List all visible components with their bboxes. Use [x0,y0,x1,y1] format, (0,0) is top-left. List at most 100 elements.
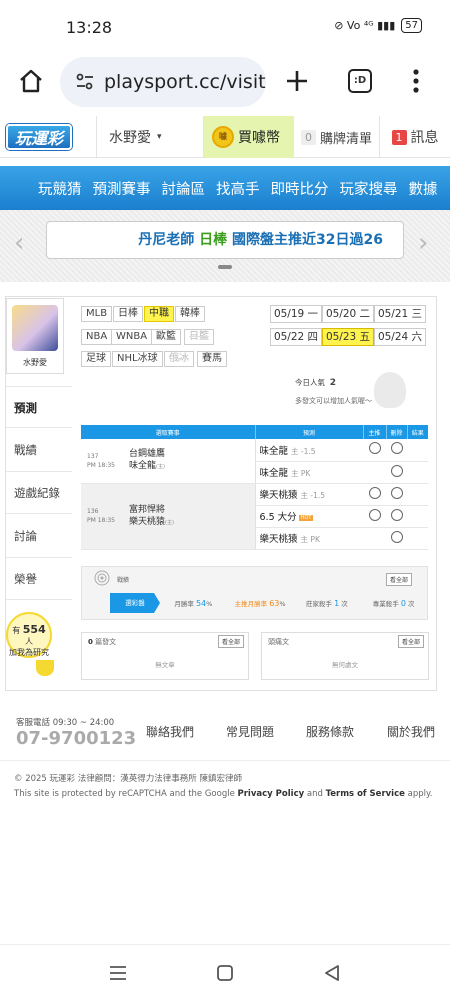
back-icon[interactable] [323,964,341,982]
pick-cell: 味全龍 主 -1.5 [254,439,363,462]
home-mark: (主) [156,464,165,471]
nav-item[interactable]: 即時比分 [271,178,329,199]
date-button-selected[interactable]: 05/23 五 [322,328,374,346]
game-number: 136 [87,508,99,515]
nav-item[interactable]: 找高手 [216,178,260,199]
delete-radio[interactable] [390,464,403,477]
stat-value: 0 [400,599,406,608]
see-all-stats-button[interactable]: 看全部 [386,573,413,586]
badge-subtext: 加我為研究 [9,648,49,657]
game-cell[interactable]: 137 PM 18:35 台鋼雄鷹 味全龍(主) [81,439,255,484]
user-menu[interactable]: 水野愛 ▾ [96,116,204,158]
league-tag[interactable]: NBA [81,329,113,345]
league-tag[interactable]: 韓棒 [175,306,205,322]
profile-name: 水野愛 [23,358,47,367]
tab-switcher-button[interactable]: :D [348,69,372,93]
date-button[interactable]: 05/20 二 [322,305,374,323]
pick-cell: 樂天桃猿 主 PK [254,527,363,550]
message-count: 1 [391,129,407,145]
buy-coin-button[interactable]: 噱 買噱幣 [204,116,294,158]
main-pick-radio[interactable] [368,442,381,455]
pick-cell: 樂天桃猿 主 -1.5 [254,483,363,506]
weekday-label: 二 [359,308,371,320]
weekday-label: 五 [359,331,371,343]
home-icon[interactable] [18,68,44,94]
post-count: 0 [88,638,93,646]
follower-count: 554 [22,623,46,636]
main-pick-radio[interactable] [368,508,381,521]
menu-icon[interactable] [109,965,127,981]
side-tab-record[interactable]: 戰績 [6,428,72,472]
date-button[interactable]: 05/21 三 [374,305,426,323]
side-tab-predict[interactable]: 預測 [6,386,72,428]
delete-radio[interactable] [390,442,403,455]
league-tag[interactable]: 日棒 [113,306,143,322]
stat-label: 主推月勝率 [234,600,268,608]
see-all-hot-posts-button[interactable]: 看全部 [398,635,425,648]
date-button[interactable]: 05/24 六 [374,328,426,346]
footer-link[interactable]: 聯絡我們 [146,723,194,740]
privacy-link[interactable]: Privacy Policy [238,789,305,799]
league-tag-selected[interactable]: 中職 [144,306,174,322]
nav-item[interactable]: 討論區 [162,178,206,199]
pick-note: 主 PK [291,469,311,478]
league-tag[interactable]: WNBA [111,329,153,345]
stats-tab[interactable]: 選彩盤 [110,593,160,613]
nav-item[interactable]: 玩競猜 [38,178,82,199]
date-button[interactable]: 05/22 四 [270,328,322,346]
league-tag[interactable]: 歐籃 [151,329,181,345]
terms-link[interactable]: Terms of Service [326,789,405,799]
address-bar[interactable]: playsport.cc/visit [60,57,266,107]
banner-marquee[interactable]: 丹尼老師 日棒 國際盤主推近32日過26 [46,221,404,259]
nav-item[interactable]: 預測賽事 [93,178,151,199]
site-settings-icon[interactable] [74,71,96,93]
more-menu-icon[interactable] [412,68,420,94]
lightbulb-icon [36,660,54,676]
site-logo[interactable]: 玩運彩 [6,124,72,150]
url-text[interactable]: playsport.cc/visit [104,71,266,93]
see-all-posts-button[interactable]: 看全部 [218,635,245,648]
league-tag[interactable]: MLB [81,306,113,322]
empty-posts: 無文章 [155,661,175,669]
chevron-left-icon[interactable]: ‹ [14,228,24,258]
cart-count: 0 [300,129,316,145]
footer-link[interactable]: 服務條款 [306,723,354,740]
service-phone[interactable]: 07-9700123 [16,728,136,749]
user-name: 水野愛 [109,130,151,146]
badge-text: 有 [12,626,21,635]
dealer-killer: 莊家殺手 1 次 [294,598,361,608]
pick-team: 味全龍 [259,445,289,457]
footer-link[interactable]: 關於我們 [387,723,435,740]
date-button[interactable]: 05/19 一 [270,305,322,323]
pick-team: 味全龍 [259,468,289,479]
footer-link[interactable]: 常見問題 [226,723,274,740]
chevron-right-icon[interactable]: › [418,228,428,258]
target-icon [94,570,110,586]
nav-item[interactable]: 數據 [409,178,438,199]
cart-button[interactable]: 0 購牌清單 [294,116,380,158]
new-tab-icon[interactable] [285,69,309,93]
avatar[interactable] [12,305,58,351]
home-square-icon[interactable] [216,964,234,982]
side-tab-discussion[interactable]: 討論 [6,514,72,558]
date-label: 05/20 [325,308,357,320]
game-cell[interactable]: 136 PM 18:35 富邦悍將 樂天桃猿(主) [81,483,255,550]
empty-posts: 無何處文 [332,661,358,669]
delete-radio[interactable] [390,486,403,499]
league-tag[interactable]: 賽馬 [197,351,227,367]
follower-badge[interactable]: 有 554 人 加我為研究 [6,612,52,658]
side-tab-game-log[interactable]: 遊戲紀錄 [6,472,72,514]
messages-button[interactable]: 1 訊息 [380,116,450,158]
main-pick-radio[interactable] [368,486,381,499]
side-tab-honor[interactable]: 榮譽 [6,558,72,600]
delete-radio[interactable] [390,530,403,543]
league-tag[interactable]: 足球 [81,351,111,367]
away-team: 台鋼雄鷹 [129,449,166,460]
home-team: 樂天桃猿 [129,516,166,527]
popularity: 今日人氣 2 [295,377,336,388]
league-tag[interactable]: NHL冰球 [112,351,163,367]
signal-icons: ⊘ Vo ⁴ᴳ ▮▮▮ [334,19,396,32]
nav-item[interactable]: 玩家搜尋 [340,178,398,199]
date-label: 05/24 [377,331,409,343]
delete-radio[interactable] [390,508,403,521]
